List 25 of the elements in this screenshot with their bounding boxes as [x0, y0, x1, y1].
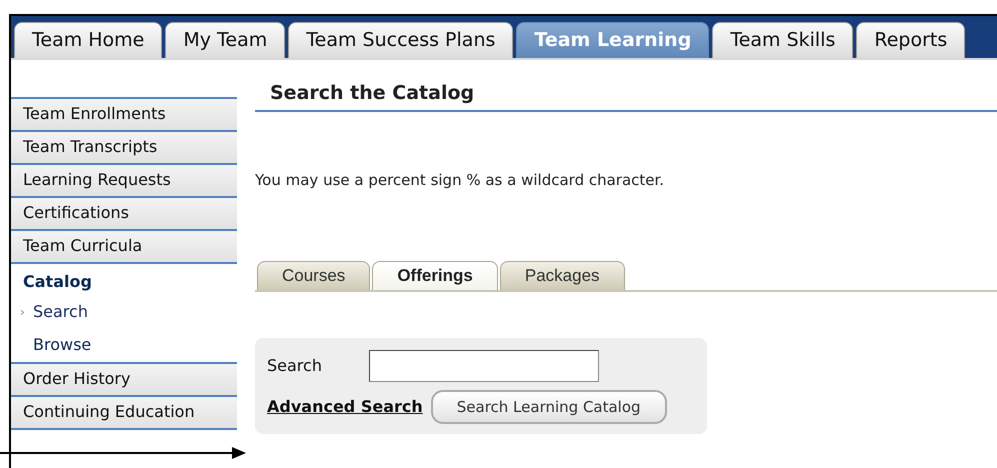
- sidebar-item[interactable]: Certifications: [11, 196, 237, 229]
- sidebar-item[interactable]: Team Curricula: [11, 229, 237, 262]
- sidebar-item[interactable]: Learning Requests: [11, 163, 237, 196]
- search-tab[interactable]: Offerings: [372, 261, 498, 290]
- sidebar-subitem[interactable]: Search: [33, 299, 88, 325]
- nav-tab[interactable]: Team Success Plans: [288, 22, 514, 58]
- nav-tab[interactable]: Team Skills: [712, 22, 854, 58]
- sidebar-subitem[interactable]: Browse: [33, 332, 92, 358]
- sidebar-item[interactable]: Continuing Education: [11, 395, 237, 430]
- search-tab[interactable]: Packages: [500, 261, 625, 290]
- selected-marker: ›: [20, 304, 26, 321]
- sidebar-item[interactable]: Order History: [11, 362, 237, 395]
- search-learning-catalog-button[interactable]: Search Learning Catalog: [430, 390, 667, 424]
- search-tab[interactable]: Courses: [257, 261, 370, 290]
- hint-text: You may use a percent sign % as a wildcard character.: [255, 170, 666, 191]
- page-title: Search the Catalog: [255, 80, 997, 112]
- sidebar-item[interactable]: Team Transcripts: [11, 130, 237, 163]
- search-label: Search: [267, 355, 323, 378]
- search-field[interactable]: [369, 350, 599, 382]
- sidebar-heading[interactable]: Catalog: [11, 262, 237, 296]
- advanced-search-link[interactable]: Advanced Search: [267, 395, 423, 420]
- nav-tab[interactable]: Team Home: [14, 22, 162, 58]
- sidebar-item[interactable]: Team Enrollments: [11, 97, 237, 130]
- nav-tab[interactable]: Reports: [856, 22, 966, 58]
- nav-tab[interactable]: My Team: [165, 22, 286, 58]
